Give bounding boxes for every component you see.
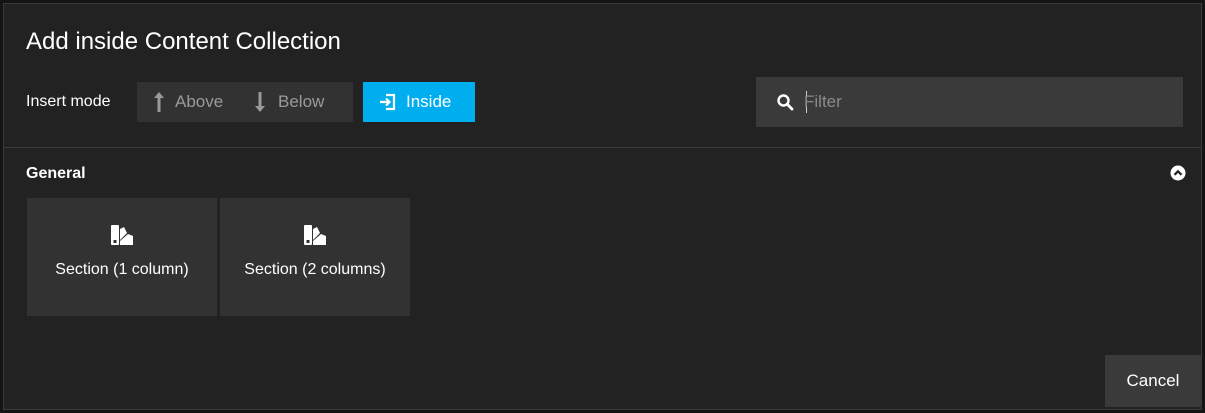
sign-in-icon [378,93,396,111]
insert-above-button[interactable]: Above [137,82,244,122]
long-arrow-up-icon [153,91,165,113]
insert-below-button[interactable]: Below [244,82,353,122]
dialog-title: Add inside Content Collection [26,28,341,55]
insert-inside-label: Inside [406,92,452,111]
node-type-section-1-column[interactable]: Section (1 column) [27,198,217,316]
long-arrow-down-icon [254,91,266,113]
filter-box [756,77,1183,127]
node-type-label: Section (1 column) [55,261,189,278]
filter-input[interactable] [804,87,1164,117]
header-divider [4,147,1201,148]
insert-mode-group: Above Below Inside [137,82,475,122]
insert-mode-label: Insert mode [26,93,111,110]
swatchbook-icon [110,224,134,251]
insert-inside-button[interactable]: Inside [363,82,475,122]
node-type-label: Section (2 columns) [244,261,386,278]
add-node-dialog: Add inside Content Collection Insert mod… [3,3,1202,410]
swatchbook-icon [303,224,327,251]
chevron-circle-up-icon[interactable] [1170,165,1186,181]
group-title: General [26,165,86,182]
insert-below-label: Below [278,92,325,111]
insert-above-label: Above [175,92,224,111]
node-type-section-2-columns[interactable]: Section (2 columns) [220,198,410,316]
cancel-button[interactable]: Cancel [1105,355,1201,407]
search-icon [776,93,794,116]
